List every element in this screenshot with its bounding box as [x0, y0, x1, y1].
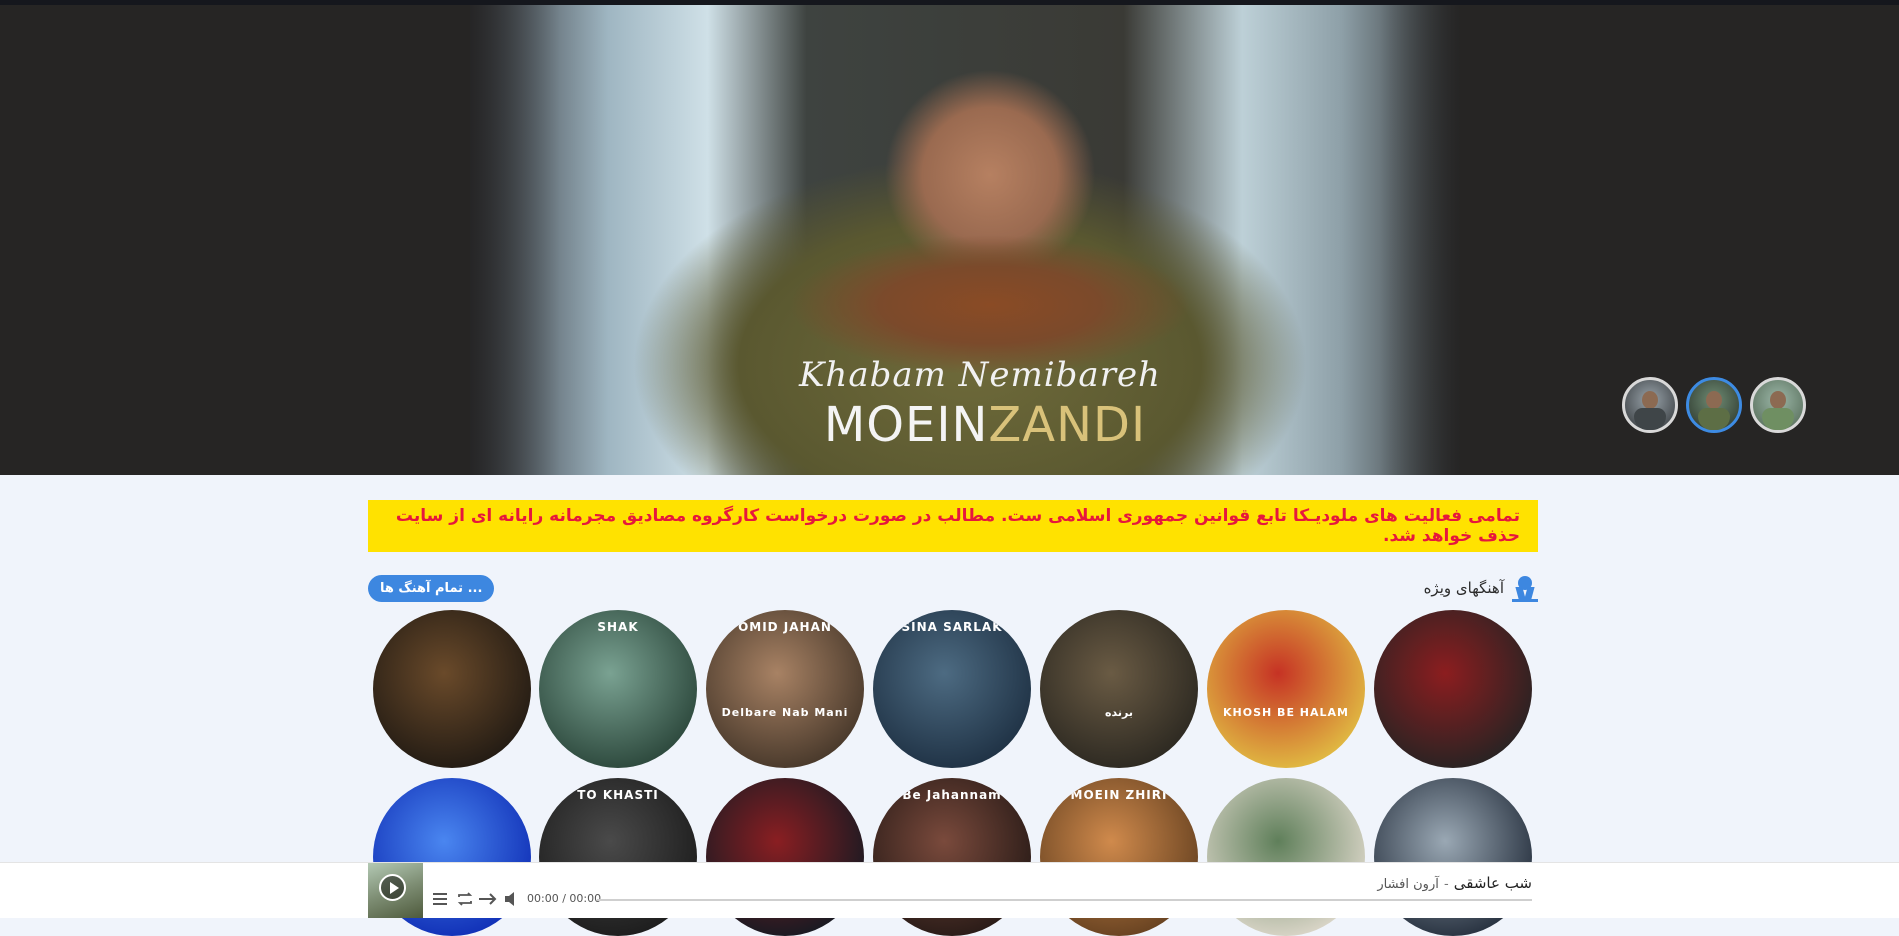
player-time: 00:00 / 00:00 — [527, 892, 602, 905]
song-cover-row1-4[interactable]: SINA SARLAK — [873, 610, 1031, 768]
song-cover-row1-1[interactable] — [1374, 610, 1532, 768]
now-playing-title: شب عاشقی — [1453, 874, 1532, 892]
hero-title: MOEINZANDI — [800, 397, 1170, 453]
slide-thumbnail-1[interactable] — [1622, 377, 1678, 433]
song-cover-top-text: MOEIN ZHIRI — [1070, 788, 1168, 802]
hero-fade-left — [420, 5, 560, 475]
volume-icon[interactable] — [504, 891, 522, 907]
player-progress-bar[interactable] — [597, 899, 1532, 901]
song-cover-row1-7[interactable] — [373, 610, 531, 768]
next-icon[interactable] — [478, 891, 498, 907]
song-cover-text: برنده — [1105, 706, 1133, 719]
player-cover-art — [368, 863, 423, 918]
featured-title-wrap: آهنگهای ویژه — [1424, 574, 1538, 602]
song-cover-top-text: OMID JAHAN — [738, 620, 832, 634]
song-cover-row1-2[interactable]: KHOSH BE HALAM — [1207, 610, 1365, 768]
featured-section-header: تمام آهنگ ها ... آهنگهای ویژه — [368, 574, 1538, 602]
song-cover-top-text: SHAK — [597, 620, 639, 634]
song-cover-row1-3[interactable]: برنده — [1040, 610, 1198, 768]
hero-slider[interactable]: Khabam Nemibareh MOEINZANDI — [0, 0, 1899, 475]
featured-section-title: آهنگهای ویژه — [1423, 579, 1504, 597]
hero-subtitle: Khabam Nemibareh — [799, 355, 1161, 395]
legal-notice-text: تمامی فعالیت های ملودیـکا تابع قوانین جم… — [395, 506, 1520, 546]
hero-title-part2: ZANDI — [988, 397, 1147, 453]
now-playing-artist: آرون افشار — [1377, 877, 1439, 892]
hero-thumbnails — [1622, 377, 1806, 433]
song-cover-top-text: SINA SARLAK — [901, 620, 1003, 634]
now-playing: شب عاشقی - آرون افشار — [1377, 873, 1532, 892]
song-cover-row1-5[interactable]: OMID JAHAN Delbare Nab Mani — [706, 610, 864, 768]
playlist-icon[interactable] — [433, 891, 449, 907]
song-cover-text: KHOSH BE HALAM — [1223, 706, 1349, 719]
slide-thumbnail-3[interactable] — [1750, 377, 1806, 433]
song-cover-text: Delbare Nab Mani — [721, 706, 849, 719]
song-cover-row1-6[interactable]: SHAK — [539, 610, 697, 768]
hero-title-part1: MOEIN — [823, 397, 989, 453]
repeat-icon[interactable] — [456, 891, 474, 907]
now-playing-separator: - — [1443, 877, 1449, 892]
audio-player: 00:00 / 00:00 شب عاشقی - آرون افشار — [0, 862, 1899, 918]
song-cover-top-text: Be Jahannam — [902, 788, 1002, 802]
slide-thumbnail-2[interactable] — [1686, 377, 1742, 433]
medal-icon — [1512, 574, 1538, 602]
all-songs-button[interactable]: تمام آهنگ ها ... — [368, 574, 495, 602]
legal-notice-banner: تمامی فعالیت های ملودیـکا تابع قوانین جم… — [368, 500, 1538, 552]
song-cover-top-text: TO KHASTI — [577, 788, 659, 802]
hero-fade-right — [1380, 5, 1500, 475]
play-icon[interactable] — [379, 874, 406, 901]
